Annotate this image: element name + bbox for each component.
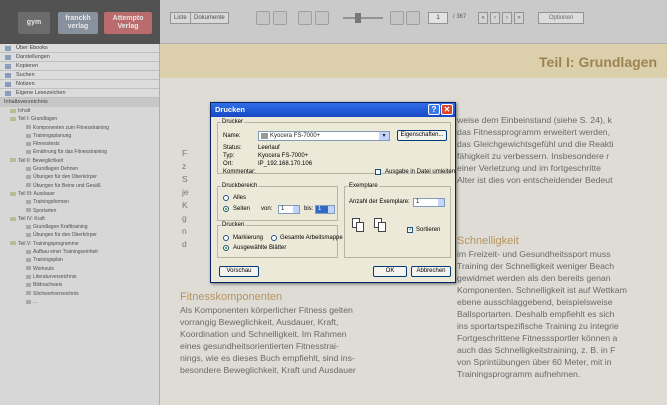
print-what-label: Drucken — [222, 222, 245, 228]
from-page-spinner[interactable]: 1 — [278, 205, 300, 214]
copy-page-icon — [356, 222, 364, 232]
to-label: bis: — [304, 206, 314, 212]
copies-group: Exemplare — [344, 183, 451, 258]
spinner-arrows-icon[interactable] — [328, 206, 334, 213]
printer-name: Kyocera FS-7000+ — [270, 133, 321, 139]
location-value: IP_192.168.170.106 — [258, 161, 313, 167]
cancel-button[interactable]: Abbrechen — [411, 266, 451, 277]
copies-spinner[interactable]: 1 — [413, 198, 445, 207]
dialog-title: Drucken — [215, 105, 246, 114]
collate-checkbox[interactable]: ✓ — [407, 227, 413, 233]
name-label: Name: — [223, 133, 241, 139]
collate-label: Sortieren — [416, 227, 441, 233]
ok-button[interactable]: OK — [373, 266, 407, 277]
print-to-file-checkbox[interactable] — [375, 169, 381, 175]
print-workbook-radio[interactable] — [271, 235, 277, 241]
printer-group-label: Drucker — [222, 119, 244, 125]
comment-label: Kommentar: — [223, 169, 256, 175]
range-pages-radio[interactable] — [223, 206, 229, 212]
print-sheets-radio[interactable] — [223, 245, 229, 251]
status-value: Leerlauf — [258, 145, 280, 151]
print-workbook-label: Gesamte Arbeitsmappe — [280, 235, 343, 241]
range-pages-label: Seiten — [233, 206, 251, 212]
print-dialog: Drucken ? ✕ Drucker Name: Kyocera FS-700… — [210, 102, 456, 283]
chevron-down-icon[interactable]: ▾ — [379, 132, 389, 140]
copy-page-icon — [378, 222, 386, 232]
location-label: Ort: — [223, 161, 233, 167]
print-selection-radio[interactable] — [223, 235, 229, 241]
print-sheets-label: Ausgewählte Blätter — [233, 245, 287, 251]
close-button[interactable]: ✕ — [441, 104, 453, 115]
status-label: Status: — [223, 145, 242, 151]
help-button[interactable]: ? — [428, 104, 440, 115]
print-range-label: Druckbereich — [222, 183, 258, 189]
from-label: von: — [261, 206, 273, 212]
type-label: Typ: — [223, 153, 235, 159]
type-value: Kyocera FS-7000+ — [258, 153, 309, 159]
printer-icon — [261, 133, 268, 139]
print-range-group: Druckbereich — [217, 183, 338, 221]
to-page-spinner[interactable]: 1 — [315, 205, 335, 214]
preview-button[interactable]: Vorschau — [219, 266, 259, 277]
print-selection-label: Markierung — [233, 235, 264, 241]
copies-group-label: Exemplare — [349, 183, 378, 189]
printer-group: Drucker — [217, 119, 451, 174]
properties-button[interactable]: Eigenschaften... — [397, 130, 447, 141]
print-to-file-label: Ausgabe in Datei umleiten — [385, 169, 456, 175]
spinner-arrows-icon[interactable] — [293, 206, 299, 213]
range-all-label: Alles — [233, 195, 247, 201]
copies-label: Anzahl der Exemplare: — [349, 199, 410, 205]
spinner-arrows-icon[interactable] — [438, 199, 444, 206]
dialog-titlebar[interactable]: Drucken ? ✕ — [211, 103, 455, 117]
range-all-radio[interactable] — [223, 195, 229, 201]
printer-select[interactable]: Kyocera FS-7000+ ▾ — [258, 131, 390, 141]
